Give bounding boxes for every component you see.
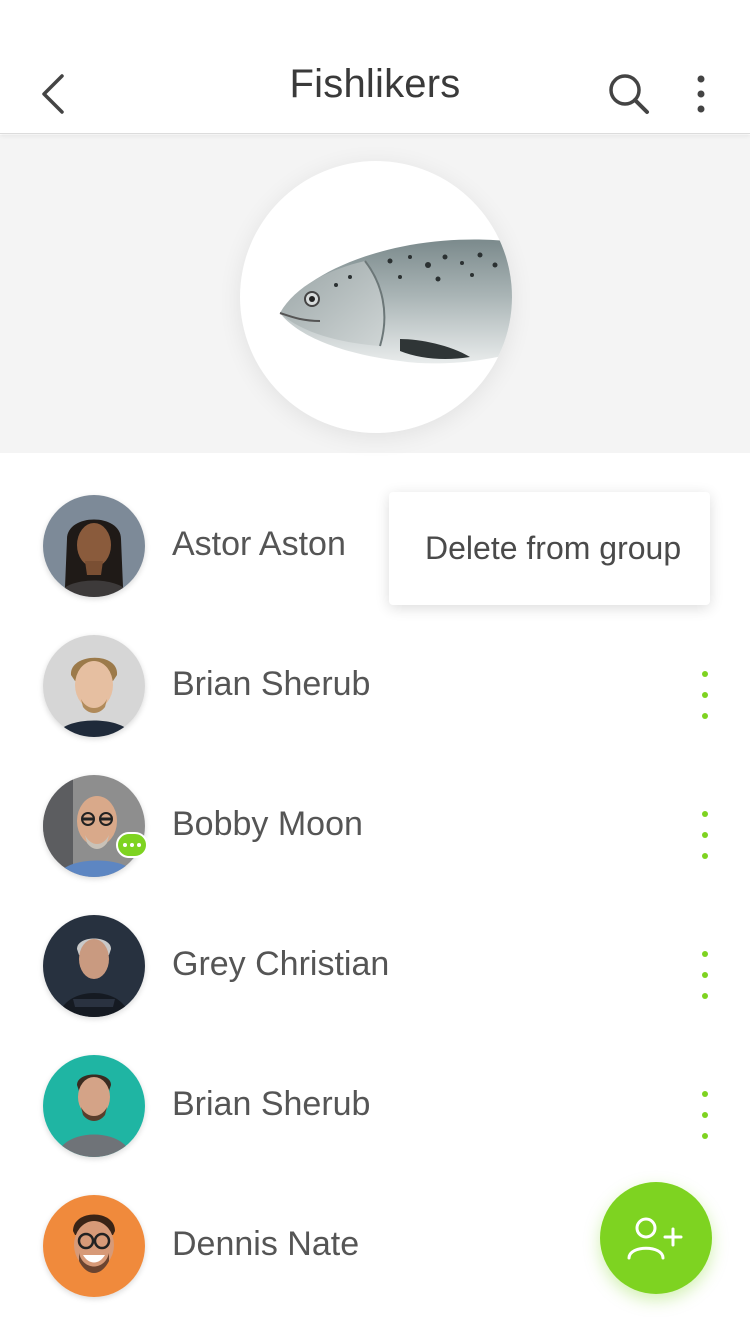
search-icon — [609, 74, 649, 114]
dot-icon — [702, 1091, 708, 1097]
person-photo — [43, 915, 145, 1017]
member-name: Astor Aston — [172, 525, 346, 563]
member-more-options[interactable] — [690, 805, 720, 865]
member-more-options[interactable] — [690, 665, 720, 725]
member-name: Bobby Moon — [172, 805, 363, 843]
dot-icon — [702, 692, 708, 698]
group-header-banner — [0, 135, 750, 453]
member-avatar — [43, 1195, 145, 1297]
group-photo[interactable] — [240, 161, 512, 433]
delete-from-group-menu-item[interactable]: Delete from group — [425, 530, 681, 567]
dot-icon — [702, 993, 708, 999]
member-avatar — [43, 915, 145, 1017]
member-avatar — [43, 635, 145, 737]
search-button[interactable] — [600, 66, 658, 122]
person-photo — [43, 1195, 145, 1297]
more-options-button[interactable] — [684, 68, 718, 120]
member-name: Brian Sherub — [172, 665, 371, 703]
member-avatar — [43, 495, 145, 597]
member-row[interactable]: Grey Christian — [0, 875, 750, 1017]
dot-icon — [702, 951, 708, 957]
dot-icon — [702, 853, 708, 859]
dot-icon — [702, 1112, 708, 1118]
member-name: Brian Sherub — [172, 1085, 371, 1123]
member-avatar — [43, 1055, 145, 1157]
member-context-menu: Delete from group — [389, 492, 710, 605]
person-photo — [43, 495, 145, 597]
dot-icon — [702, 832, 708, 838]
add-user-icon — [627, 1217, 683, 1260]
member-more-options[interactable] — [690, 1085, 720, 1145]
member-more-options[interactable] — [690, 945, 720, 1005]
member-avatar — [43, 775, 145, 877]
member-row[interactable]: Brian Sherub — [0, 595, 750, 737]
member-name: Grey Christian — [172, 945, 390, 983]
chat-bubble-icon[interactable] — [116, 832, 148, 858]
person-photo — [43, 635, 145, 737]
member-row[interactable]: Bobby Moon — [0, 735, 750, 877]
add-member-button[interactable] — [600, 1182, 712, 1294]
person-photo — [43, 775, 145, 877]
more-vertical-icon — [697, 75, 705, 113]
dot-icon — [702, 713, 708, 719]
salmon-fish-photo — [279, 239, 512, 364]
app-header: Fishlikers — [0, 0, 750, 134]
member-row[interactable]: Brian Sherub — [0, 1015, 750, 1157]
dot-icon — [702, 671, 708, 677]
dot-icon — [702, 1133, 708, 1139]
person-photo — [43, 1055, 145, 1157]
dot-icon — [702, 811, 708, 817]
member-name: Dennis Nate — [172, 1225, 360, 1263]
dot-icon — [702, 972, 708, 978]
